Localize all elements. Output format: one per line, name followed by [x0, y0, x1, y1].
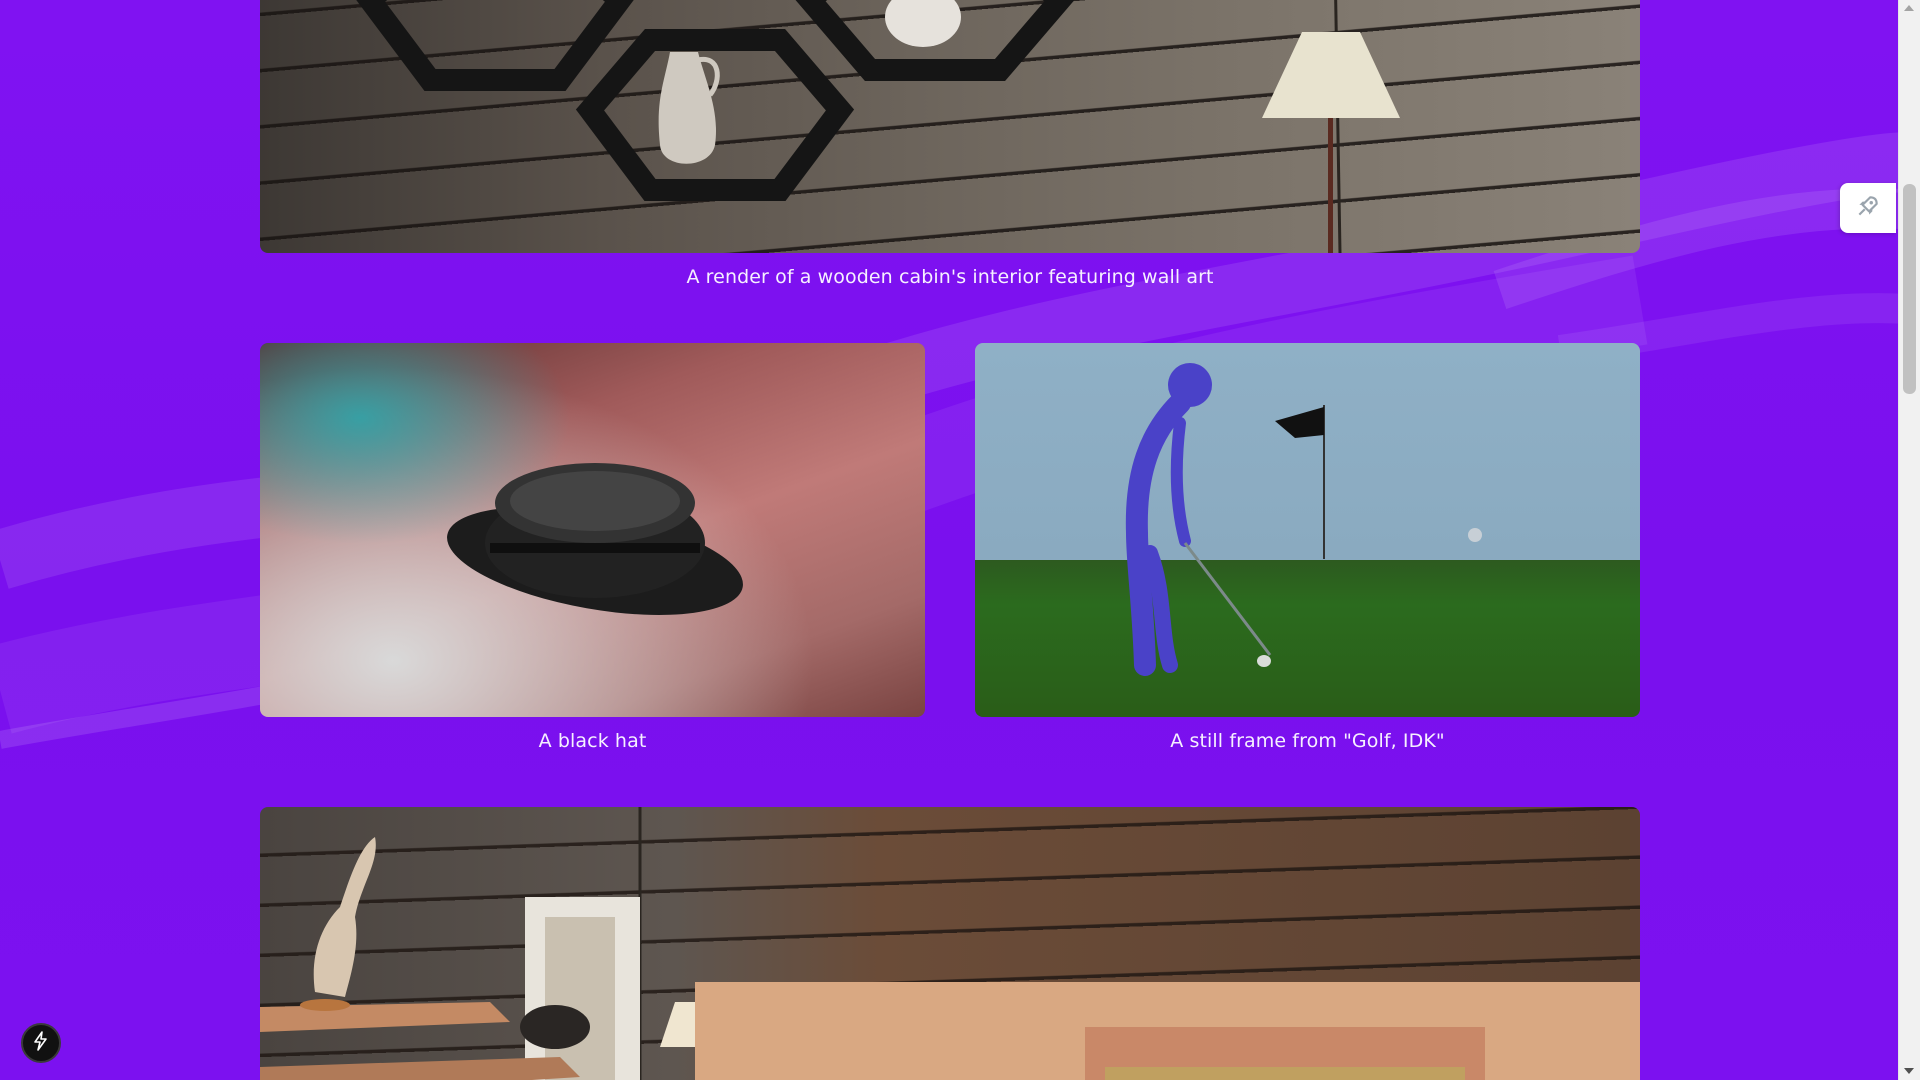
rocket-icon	[1855, 193, 1881, 223]
gallery-image-cabin[interactable]	[260, 0, 1640, 253]
cabin-render-art	[356, 0, 1400, 253]
gallery-caption: A black hat	[538, 730, 647, 752]
golf-render-art	[1125, 363, 1482, 676]
scroll-down-arrow-icon[interactable]	[1904, 1068, 1914, 1074]
room-render-art	[260, 807, 1640, 1080]
dev-tools-badge[interactable]	[21, 1023, 61, 1063]
page: A render of a wooden cabin's interior fe…	[0, 0, 1920, 1080]
lightning-icon	[32, 1031, 50, 1055]
gallery-image-room[interactable]	[260, 807, 1640, 1080]
gallery-caption: A still frame from "Golf, IDK"	[1170, 730, 1445, 752]
feedback-widget-button[interactable]	[1840, 183, 1896, 233]
page-scrollbar[interactable]	[1898, 0, 1920, 1080]
gallery-image-golf[interactable]	[975, 343, 1640, 717]
scroll-up-arrow-icon[interactable]	[1904, 5, 1914, 11]
scrollbar-thumb[interactable]	[1903, 184, 1916, 394]
gallery-image-hat[interactable]	[260, 343, 925, 717]
gallery-caption: A render of a wooden cabin's interior fe…	[686, 266, 1214, 288]
hat-render-art	[447, 463, 743, 615]
